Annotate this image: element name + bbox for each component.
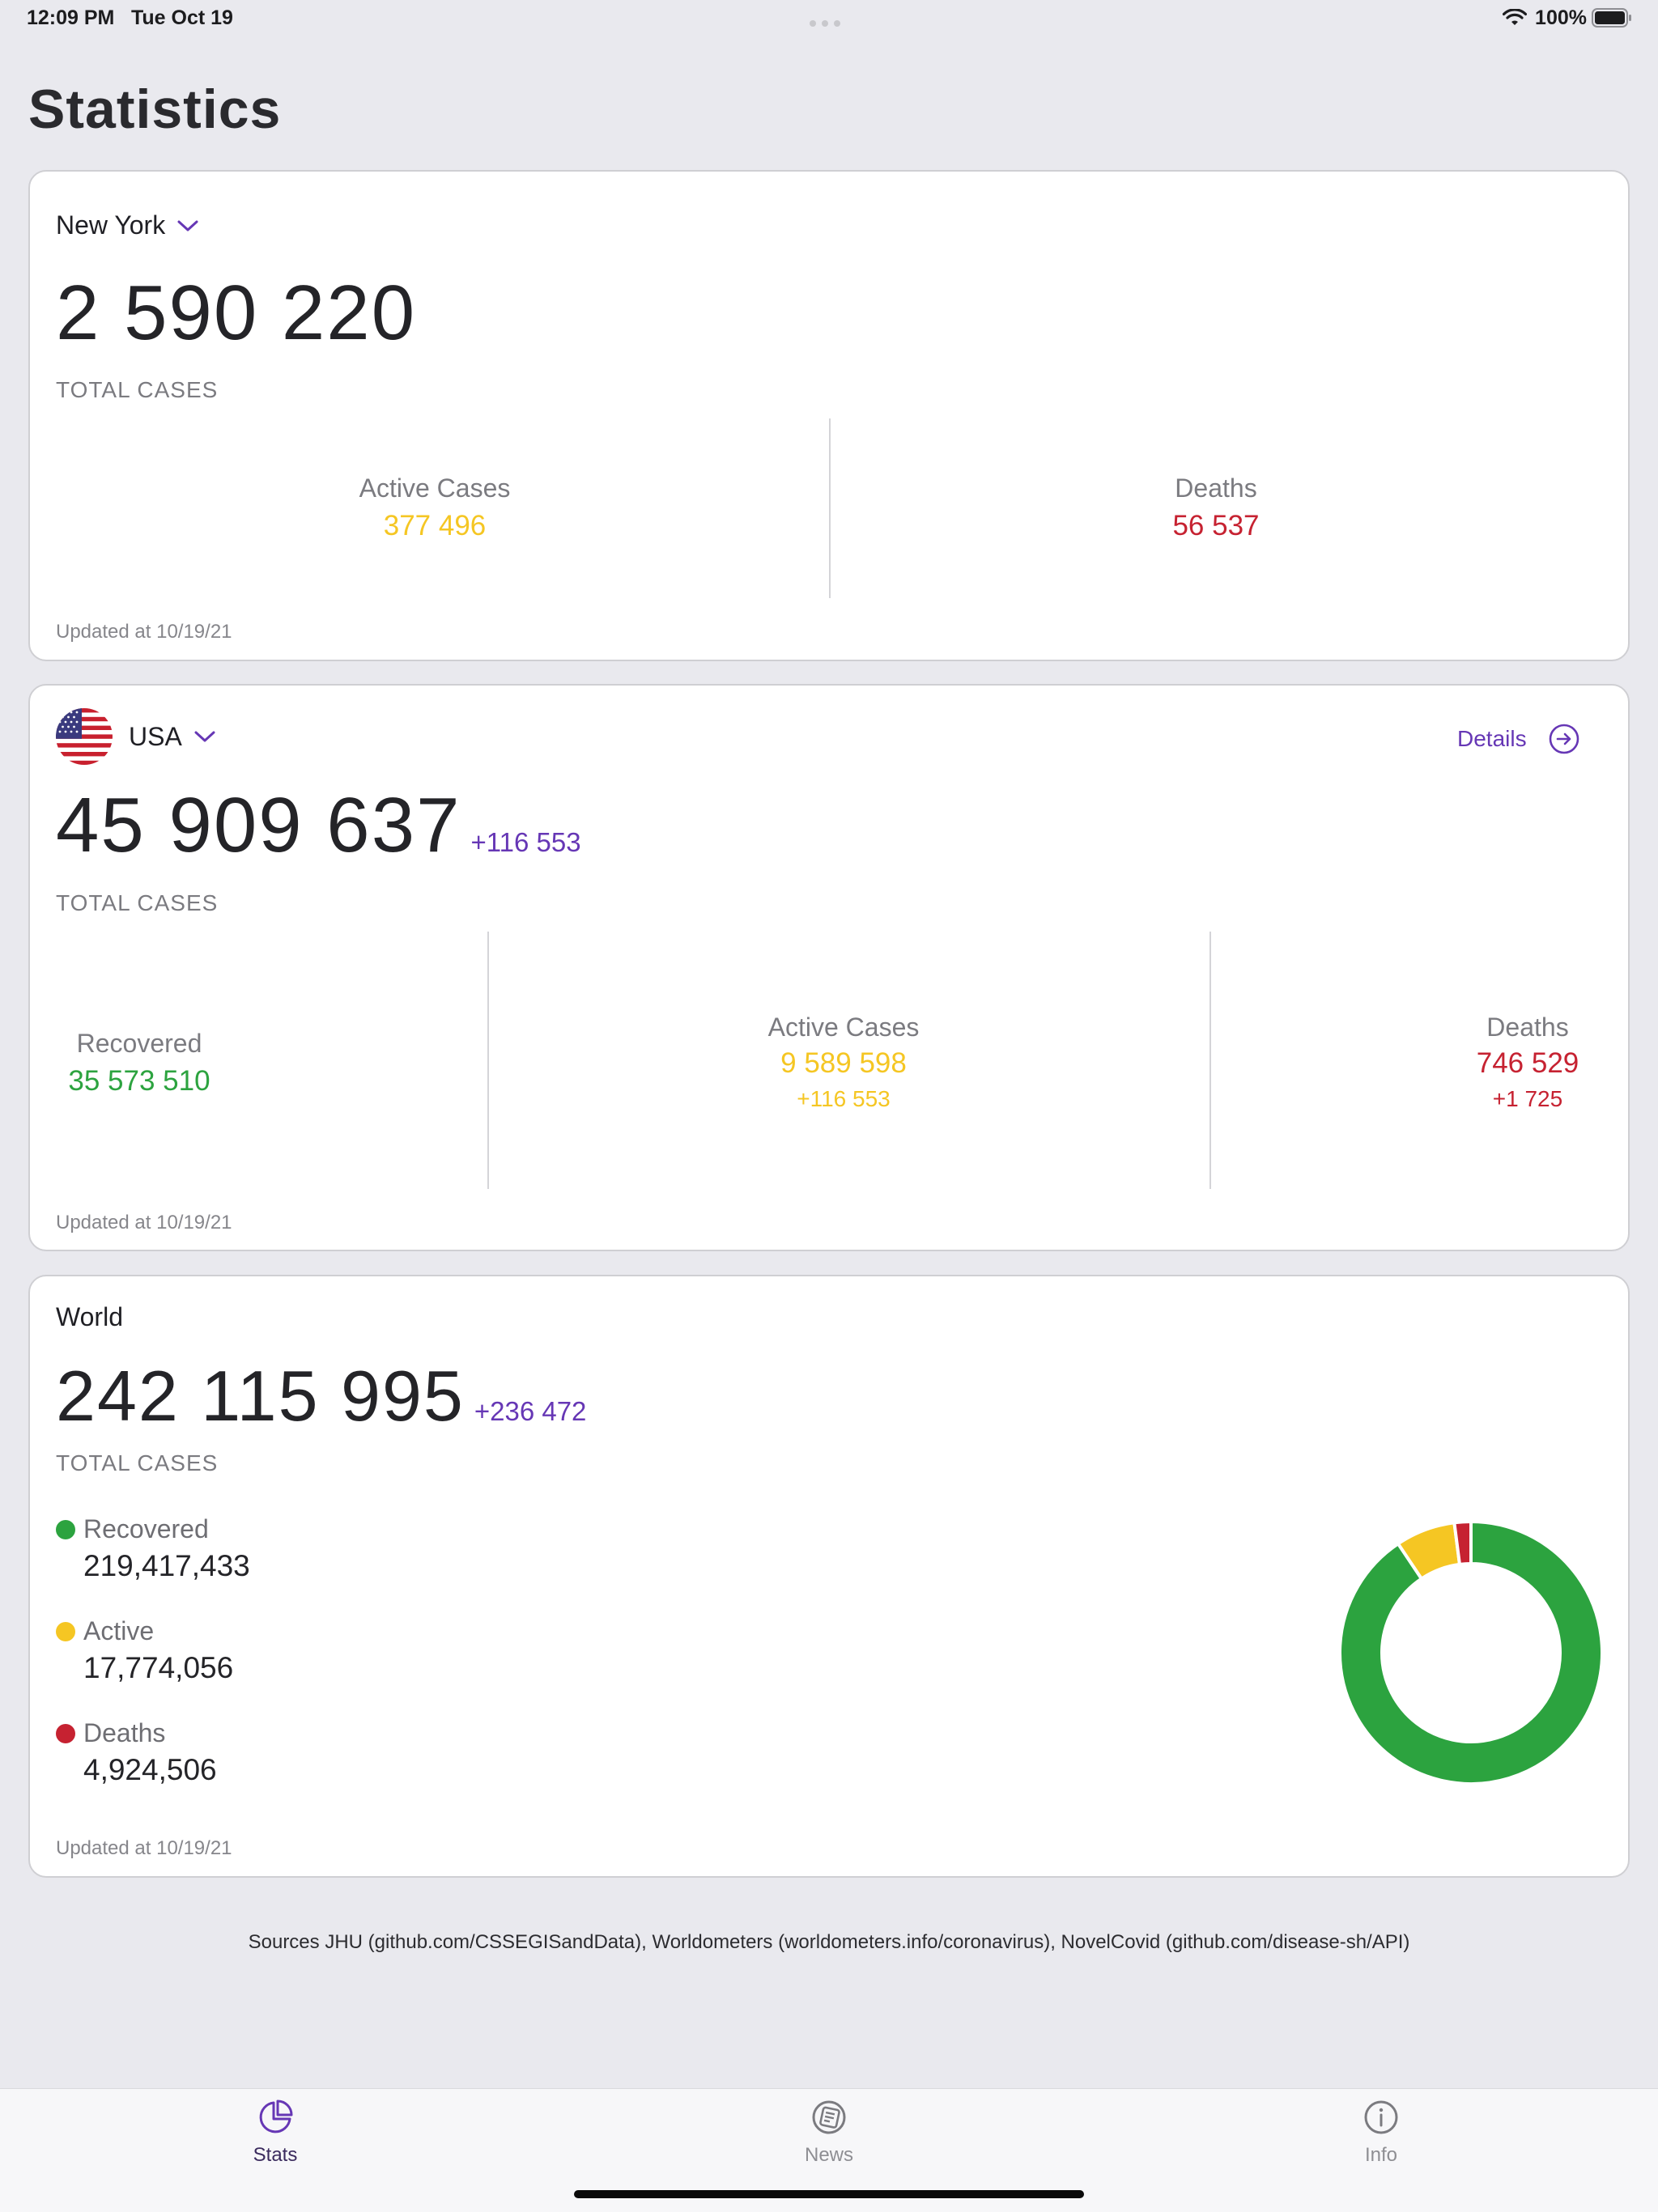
sources-text: Sources JHU (github.com/CSSEGISandData),…: [248, 1931, 1410, 1953]
world-card: World 242 115 995 +236 472 TOTAL CASES R…: [28, 1275, 1630, 1878]
details-label: Details: [1457, 726, 1527, 751]
deaths-label: Deaths: [1486, 1013, 1569, 1042]
active-cases-value: 377 496: [383, 510, 487, 541]
home-indicator: [574, 2190, 1084, 2198]
region-selector-usa[interactable]: USA: [56, 708, 216, 765]
total-cases-value: 2 590 220: [56, 270, 417, 356]
active-dot-icon: [56, 1621, 75, 1641]
legend-active: Active 17,774,056: [56, 1616, 233, 1685]
cases-donut-chart: [1338, 1519, 1604, 1785]
deaths-stat: Deaths 746 529 +1 725: [1406, 1013, 1649, 1112]
info-icon: [1364, 2100, 1398, 2134]
recovered-value: 35 573 510: [68, 1065, 210, 1097]
multitasking-dots-icon[interactable]: [810, 16, 847, 27]
total-cases-value: 242 115 995: [56, 1356, 465, 1436]
legend-label: Active: [83, 1616, 155, 1645]
status-time: 12:09 PM: [27, 6, 115, 29]
total-cases-value: 45 909 637: [56, 782, 461, 868]
total-cases-delta: +116 553: [470, 827, 581, 857]
divider: [1209, 932, 1211, 1189]
battery-icon: [1592, 8, 1631, 28]
tab-info[interactable]: Info: [1300, 2098, 1462, 2167]
chevron-down-icon: [177, 220, 198, 231]
total-cases-label: TOTAL CASES: [56, 377, 219, 402]
status-date: Tue Oct 19: [131, 6, 233, 29]
active-cases-label: Active Cases: [359, 473, 511, 503]
details-button[interactable]: Details: [1457, 723, 1580, 755]
us-flag-icon: [56, 708, 113, 765]
recovered-stat: Recovered 35 573 510: [30, 1029, 249, 1098]
tab-label: Stats: [253, 2144, 298, 2166]
total-cases-row: 45 909 637 +116 553: [56, 781, 581, 870]
divider: [487, 932, 489, 1189]
chevron-down-icon: [194, 731, 215, 742]
deaths-value: 746 529: [1476, 1047, 1579, 1079]
total-cases-label: TOTAL CASES: [56, 890, 219, 915]
region-selector-new-york[interactable]: New York: [56, 210, 199, 240]
divider: [829, 418, 831, 598]
battery-percent: 100%: [1535, 6, 1587, 29]
legend-deaths: Deaths 4,924,506: [56, 1718, 217, 1787]
legend-value: 4,924,506: [83, 1753, 217, 1786]
active-cases-value: 9 589 598: [780, 1047, 907, 1079]
total-cases-row: 242 115 995 +236 472: [56, 1355, 586, 1437]
tab-label: Info: [1364, 2144, 1398, 2166]
tab-news[interactable]: News: [748, 2098, 910, 2167]
active-cases-stat: Active Cases 377 496: [143, 473, 726, 542]
page-title: Statistics: [28, 79, 282, 140]
deaths-stat: Deaths 56 537: [925, 473, 1507, 542]
arrow-right-circle-icon: [1549, 724, 1579, 754]
wifi-icon: [1503, 9, 1527, 25]
region-name: New York: [56, 210, 166, 240]
legend-value: 219,417,433: [83, 1549, 250, 1582]
region-name: USA: [129, 721, 182, 751]
tab-stats[interactable]: Stats: [194, 2098, 356, 2167]
deaths-label: Deaths: [1175, 473, 1257, 503]
recovered-label: Recovered: [76, 1029, 202, 1058]
updated-timestamp: Updated at 10/19/21: [56, 621, 232, 643]
new-york-card: New York 2 590 220 TOTAL CASES Active Ca…: [28, 170, 1630, 661]
legend-value: 17,774,056: [83, 1651, 234, 1684]
legend-label: Deaths: [83, 1718, 166, 1747]
tab-label: News: [804, 2144, 853, 2166]
active-cases-label: Active Cases: [767, 1013, 920, 1042]
recovered-dot-icon: [56, 1519, 75, 1539]
legend-label: Recovered: [83, 1514, 209, 1543]
active-cases-delta: +116 553: [797, 1086, 891, 1111]
news-icon: [812, 2100, 846, 2134]
active-cases-stat: Active Cases 9 589 598 +116 553: [552, 1013, 1135, 1112]
usa-card: USA Details 45 909 637 +116 553 TOTAL CA…: [28, 684, 1630, 1251]
updated-timestamp: Updated at 10/19/21: [56, 1837, 232, 1859]
total-cases-label: TOTAL CASES: [56, 1450, 219, 1475]
region-name: World: [56, 1302, 123, 1331]
pie-chart-icon: [259, 2099, 293, 2133]
total-cases-delta: +236 472: [474, 1396, 587, 1426]
legend-recovered: Recovered 219,417,433: [56, 1514, 250, 1583]
deaths-delta: +1 725: [1492, 1086, 1563, 1111]
updated-timestamp: Updated at 10/19/21: [56, 1212, 232, 1233]
deaths-dot-icon: [56, 1723, 75, 1743]
deaths-value: 56 537: [1172, 510, 1260, 541]
